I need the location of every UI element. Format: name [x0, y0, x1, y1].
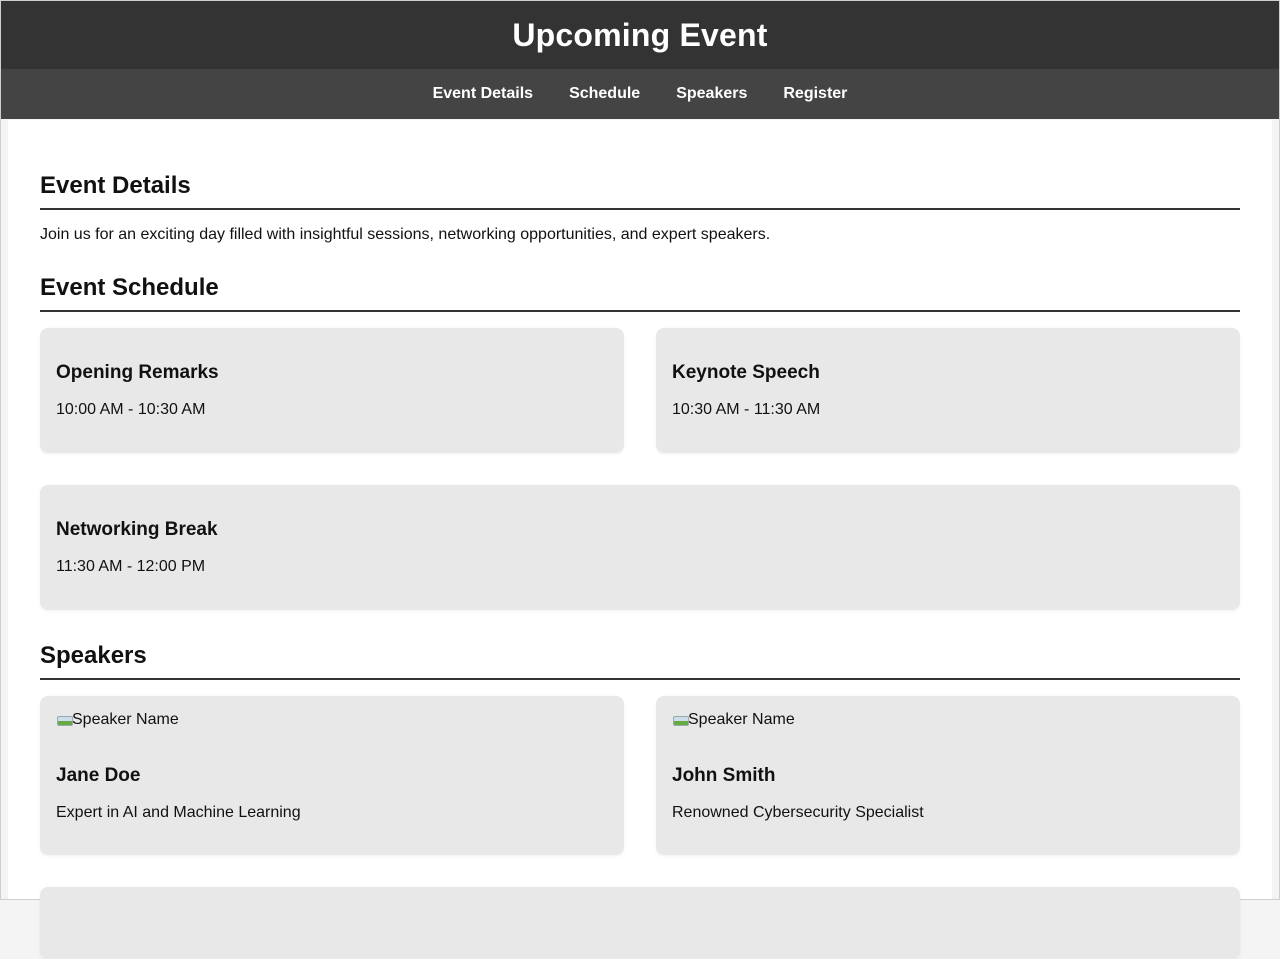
speaker-bio: Renowned Cybersecurity Specialist	[672, 804, 924, 821]
schedule-grid: Opening Remarks 10:00 AM - 10:30 AM Keyn…	[40, 328, 1240, 610]
nav-schedule[interactable]: Schedule	[569, 85, 640, 103]
speakers-section: Speakers Speaker Name Jane Doe Expert in…	[40, 642, 1240, 959]
event-description: Join us for an exciting day filled with …	[40, 226, 771, 243]
main-nav: Event Details Schedule Speakers Register	[1, 69, 1279, 119]
speakers-heading: Speakers	[40, 642, 1240, 680]
schedule-section: Event Schedule Opening Remarks 10:00 AM …	[40, 274, 1240, 610]
speaker-bio: Expert in AI and Machine Learning	[56, 804, 301, 821]
speakers-grid: Speaker Name Jane Doe Expert in AI and M…	[40, 696, 1240, 855]
speaker-image-alt: Speaker Name	[688, 711, 795, 728]
site-header: Upcoming Event	[1, 1, 1279, 69]
speaker-card: Speaker Name John Smith Renowned Cyberse…	[656, 696, 1240, 855]
speaker-card-partial	[40, 887, 1240, 959]
session-title: Keynote Speech	[672, 362, 820, 383]
speaker-image: Speaker Name	[672, 710, 795, 730]
session-time: 10:30 AM - 11:30 AM	[672, 401, 821, 418]
session-title: Networking Break	[56, 519, 218, 540]
schedule-card: Opening Remarks 10:00 AM - 10:30 AM	[40, 328, 624, 453]
main-content: Event Details Join us for an exciting da…	[8, 120, 1272, 959]
broken-image-icon	[56, 715, 73, 726]
speaker-image-alt: Speaker Name	[72, 711, 179, 728]
speaker-name: Jane Doe	[56, 765, 141, 786]
session-time: 10:00 AM - 10:30 AM	[56, 401, 206, 418]
speaker-image: Speaker Name	[56, 710, 179, 730]
broken-image-icon	[672, 715, 689, 726]
nav-register[interactable]: Register	[783, 85, 847, 103]
speaker-name: John Smith	[672, 765, 776, 786]
schedule-card: Networking Break 11:30 AM - 12:00 PM	[40, 485, 1240, 610]
session-title: Opening Remarks	[56, 362, 219, 383]
page-title: Upcoming Event	[512, 16, 768, 53]
nav-event-details[interactable]: Event Details	[433, 85, 533, 103]
schedule-heading: Event Schedule	[40, 274, 1240, 312]
speaker-card: Speaker Name Jane Doe Expert in AI and M…	[40, 696, 624, 855]
schedule-card: Keynote Speech 10:30 AM - 11:30 AM	[656, 328, 1240, 453]
event-details-section: Event Details Join us for an exciting da…	[40, 172, 1240, 244]
session-time: 11:30 AM - 12:00 PM	[56, 558, 206, 575]
event-details-heading: Event Details	[40, 172, 1240, 210]
nav-speakers[interactable]: Speakers	[676, 85, 747, 103]
